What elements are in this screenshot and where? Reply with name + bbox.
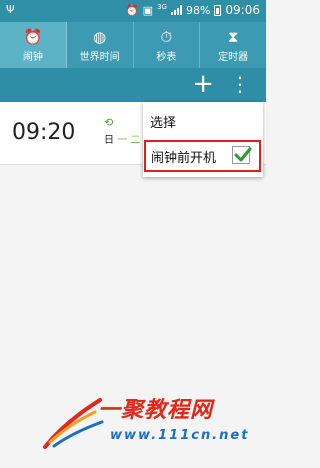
tab-stopwatch[interactable]: ⏱ 秒表 (134, 22, 201, 68)
hourglass-icon: ⧗ (227, 28, 239, 46)
watermark-url: www.111cn.net (110, 428, 250, 443)
watermark: 一聚教程网 www.111cn.net (40, 392, 260, 452)
tab-label: 闹钟 (22, 52, 43, 63)
watermark-title: 一聚教程网 (98, 398, 214, 423)
action-bar: + ⋮ (0, 68, 266, 102)
tab-label: 秒表 (156, 52, 177, 63)
tab-alarm[interactable]: ⏰ 闹钟 (0, 22, 67, 68)
add-alarm-button[interactable]: + (192, 70, 214, 98)
signal-icon (170, 5, 182, 15)
tab-label: 定时器 (218, 52, 249, 63)
more-options-button[interactable]: ⋮ (230, 73, 250, 95)
battery-percent: 98% (185, 3, 211, 17)
alarm-time: 09:20 (12, 120, 76, 145)
globe-icon: ◍ (93, 28, 107, 46)
menu-item-select[interactable]: 选择 (150, 112, 176, 131)
alarm-days: 日 一 二 (104, 131, 140, 146)
repeat-icon: ⟲ (104, 116, 114, 129)
day-sunday: 日 (104, 135, 114, 146)
status-right: ⏰ ▣ 3G 98% 09:06 (125, 3, 260, 17)
tab-timer[interactable]: ⧗ 定时器 (200, 22, 266, 68)
alarm-clock-icon: ⏰ (23, 28, 43, 46)
day-marks: 一 二 (117, 135, 141, 146)
battery-icon (214, 4, 222, 16)
tab-world-clock[interactable]: ◍ 世界时间 (67, 22, 134, 68)
status-bar: Ψ ⏰ ▣ 3G 98% 09:06 (0, 0, 266, 22)
notification-icon: ▣ (142, 3, 154, 17)
power-on-checkbox[interactable] (232, 146, 252, 164)
alarm-status-icon: ⏰ (124, 3, 139, 17)
tab-label: 世界时间 (79, 52, 120, 63)
network-type: 3G (157, 3, 167, 11)
usb-icon: Ψ (6, 3, 15, 16)
menu-item-power-on-before-alarm[interactable]: 闹钟前开机 (151, 147, 216, 166)
checkmark-icon (234, 147, 252, 162)
stopwatch-icon: ⏱ (160, 28, 173, 46)
clock-time: 09:06 (225, 3, 260, 17)
tab-bar: ⏰ 闹钟 ◍ 世界时间 ⏱ 秒表 ⧗ 定时器 (0, 22, 266, 68)
